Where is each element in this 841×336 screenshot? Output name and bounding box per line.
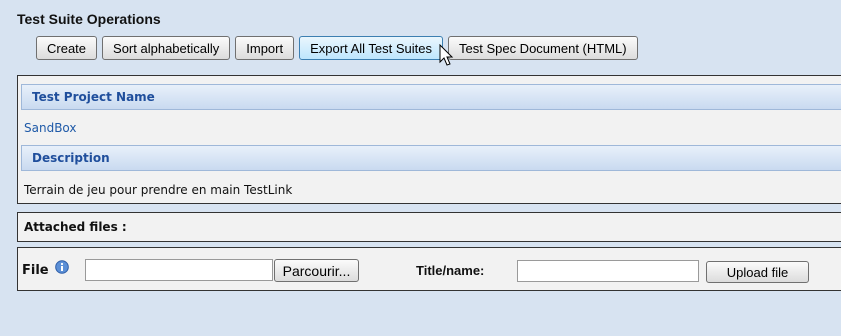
project-info-panel: Test Project Name SandBox Description Te… xyxy=(17,75,841,204)
file-path-input[interactable] xyxy=(85,259,273,281)
attached-files-panel: Attached files : xyxy=(17,212,841,242)
upload-file-button[interactable]: Upload file xyxy=(706,261,809,283)
create-button[interactable]: Create xyxy=(36,36,98,60)
test-spec-document-button[interactable]: Test Spec Document (HTML) xyxy=(447,36,638,60)
mouse-cursor-icon xyxy=(439,44,454,66)
export-all-test-suites-button[interactable]: Export All Test Suites xyxy=(299,36,443,60)
upload-panel: File Parcourir... Title/name: Upload fil… xyxy=(17,247,841,291)
project-name-link[interactable]: SandBox xyxy=(24,121,77,135)
import-button[interactable]: Import xyxy=(235,36,295,60)
project-name-header: Test Project Name xyxy=(21,84,841,110)
info-icon[interactable] xyxy=(55,260,69,274)
description-header: Description xyxy=(21,145,841,171)
sort-alphabetically-button[interactable]: Sort alphabetically xyxy=(102,36,231,60)
operations-title: Test Suite Operations xyxy=(17,11,161,27)
attached-files-label: Attached files : xyxy=(24,220,127,234)
title-name-label: Title/name: xyxy=(416,263,485,278)
operations-toolbar: Create Sort alphabetically Import Export… xyxy=(36,36,638,60)
description-text: Terrain de jeu pour prendre en main Test… xyxy=(24,183,293,197)
file-label: File xyxy=(22,263,49,278)
title-name-input[interactable] xyxy=(517,260,699,282)
browse-button[interactable]: Parcourir... xyxy=(274,259,359,282)
